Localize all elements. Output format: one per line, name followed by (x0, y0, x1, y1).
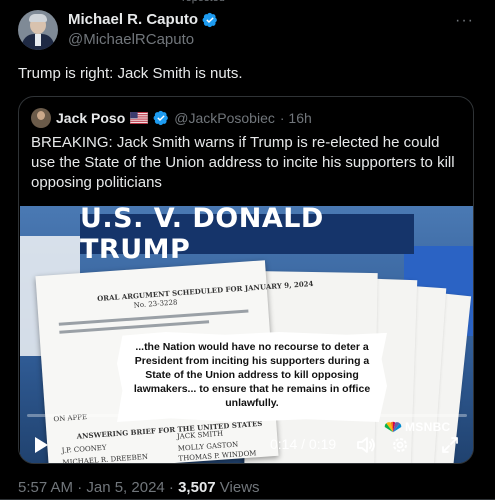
more-icon[interactable]: ··· (455, 12, 474, 30)
retweet-context: reposted (0, 0, 495, 6)
tweet-views-label: Views (215, 479, 260, 496)
video-quote-text: ...the Nation would have no recourse to … (133, 341, 371, 409)
tweet-metadata: 5:57 AM · Jan 5, 2024 · 3,507 Views (18, 479, 260, 496)
video-player[interactable]: U.S. V. DONALD TRUMP ORAL ARGUMENT SCHED… (20, 206, 473, 463)
volume-icon[interactable] (356, 435, 376, 455)
tweet-header: Michael R. Caputo @MichaelRCaputo ··· (18, 10, 478, 58)
quoted-verified-badge-icon (153, 110, 169, 126)
video-time: 0:14 / 0:19 (270, 436, 336, 452)
tweet-views-count: 3,507 (178, 479, 216, 496)
retweet-context-label: reposted (182, 0, 225, 4)
play-icon[interactable] (33, 436, 49, 454)
fullscreen-icon[interactable] (440, 435, 460, 455)
us-flag-icon (130, 112, 149, 124)
quoted-tweet-header: Jack Poso @JackPosobiec · 16h (31, 108, 312, 128)
video-headline: U.S. V. DONALD TRUMP (80, 206, 324, 265)
quoted-tweet-text: BREAKING: Jack Smith warns if Trump is r… (31, 134, 455, 191)
video-current-time: 0:14 (270, 436, 298, 452)
tweet-timestamp[interactable]: 5:57 AM · Jan 5, 2024 · (18, 479, 178, 496)
video-headline-banner: U.S. V. DONALD TRUMP (80, 206, 414, 265)
quoted-author-handle: @JackPosobiec (174, 110, 275, 126)
quoted-author-avatar (31, 108, 51, 128)
quoted-tweet-card[interactable]: Jack Poso @JackPosobiec · 16h BREAKING: … (18, 96, 474, 464)
video-controls: 0:14 / 0:19 (20, 406, 473, 463)
author-display-name[interactable]: Michael R. Caputo (68, 11, 198, 28)
settings-icon[interactable] (390, 435, 410, 455)
author-avatar[interactable] (18, 10, 58, 50)
quoted-author-name: Jack Poso (56, 110, 126, 126)
video-progress-bar[interactable] (27, 414, 467, 417)
video-duration: 0:19 (308, 436, 337, 452)
author-handle[interactable]: @MichaelRCaputo (68, 31, 194, 48)
tweet-text: Trump is right: Jack Smith is nuts. (18, 65, 243, 82)
video-time-separator: / (297, 436, 309, 452)
quoted-tweet-age: · 16h (279, 110, 312, 126)
author-name-line: Michael R. Caputo (68, 11, 218, 28)
verified-badge-icon (202, 12, 217, 27)
doc-case-number: No. 23-3228 (133, 298, 178, 310)
